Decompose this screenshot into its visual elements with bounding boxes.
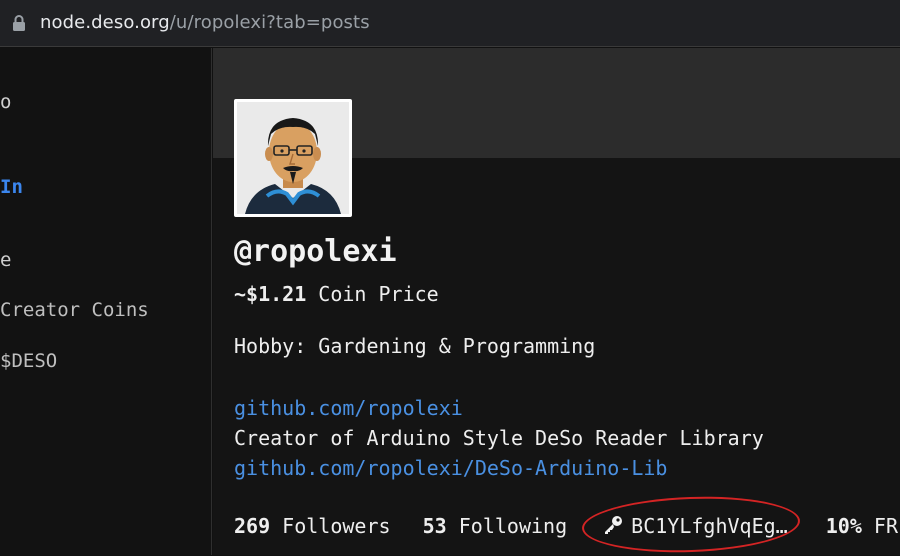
public-key-text: BC1YLfghVqEg… xyxy=(631,514,788,538)
url-host: node.deso.org xyxy=(40,12,170,33)
sidebar-item-login[interactable]: In xyxy=(0,176,23,198)
profile-main: @ropolexi ~$1.21 Coin Price Hobby: Garde… xyxy=(213,48,900,555)
bio-line-1: Hobby: Gardening & Programming xyxy=(234,334,596,358)
lock-icon[interactable] xyxy=(12,15,26,31)
profile-username: @ropolexi xyxy=(234,234,397,269)
fr-stat: 10% FR xyxy=(826,514,898,538)
left-sidebar: o In e Creator Coins $DESO xyxy=(0,48,212,555)
sidebar-item-e[interactable]: e xyxy=(0,249,11,271)
profile-stats: 269 Followers 53 Following BC1YLfghVqEg…… xyxy=(234,514,898,540)
following-count: 53 xyxy=(422,514,447,538)
coin-price: ~$1.21 Coin Price xyxy=(234,282,439,306)
url-path: /u/ropolexi?tab=posts xyxy=(169,12,370,33)
bio-link-repo[interactable]: github.com/ropolexi/DeSo-Arduino-Lib xyxy=(234,456,667,480)
following-label: Following xyxy=(458,514,568,538)
public-key[interactable]: BC1YLfghVqEg… xyxy=(603,514,788,540)
sidebar-item-creator-coins[interactable]: Creator Coins xyxy=(0,299,149,321)
followers-count: 269 xyxy=(234,514,271,538)
fr-value: 10% xyxy=(825,514,862,538)
bio-line-3: Creator of Arduino Style DeSo Reader Lib… xyxy=(234,426,764,450)
followers-label: Followers xyxy=(282,514,391,538)
avatar[interactable] xyxy=(234,99,352,217)
sidebar-item-home[interactable]: o xyxy=(0,91,11,113)
coin-price-label: Coin Price xyxy=(318,282,439,306)
bio-link-github[interactable]: github.com/ropolexi xyxy=(234,396,463,420)
sidebar-item-deso[interactable]: $DESO xyxy=(0,350,57,372)
url-text[interactable]: node.deso.org/u/ropolexi?tab=posts xyxy=(40,12,370,33)
browser-address-bar[interactable]: node.deso.org/u/ropolexi?tab=posts xyxy=(0,0,900,47)
followers-stat[interactable]: 269 Followers xyxy=(234,514,391,538)
following-stat[interactable]: 53 Following xyxy=(423,514,568,538)
key-icon xyxy=(603,515,623,540)
fr-label: FR xyxy=(873,514,899,538)
coin-price-value: ~$1.21 xyxy=(234,282,307,306)
